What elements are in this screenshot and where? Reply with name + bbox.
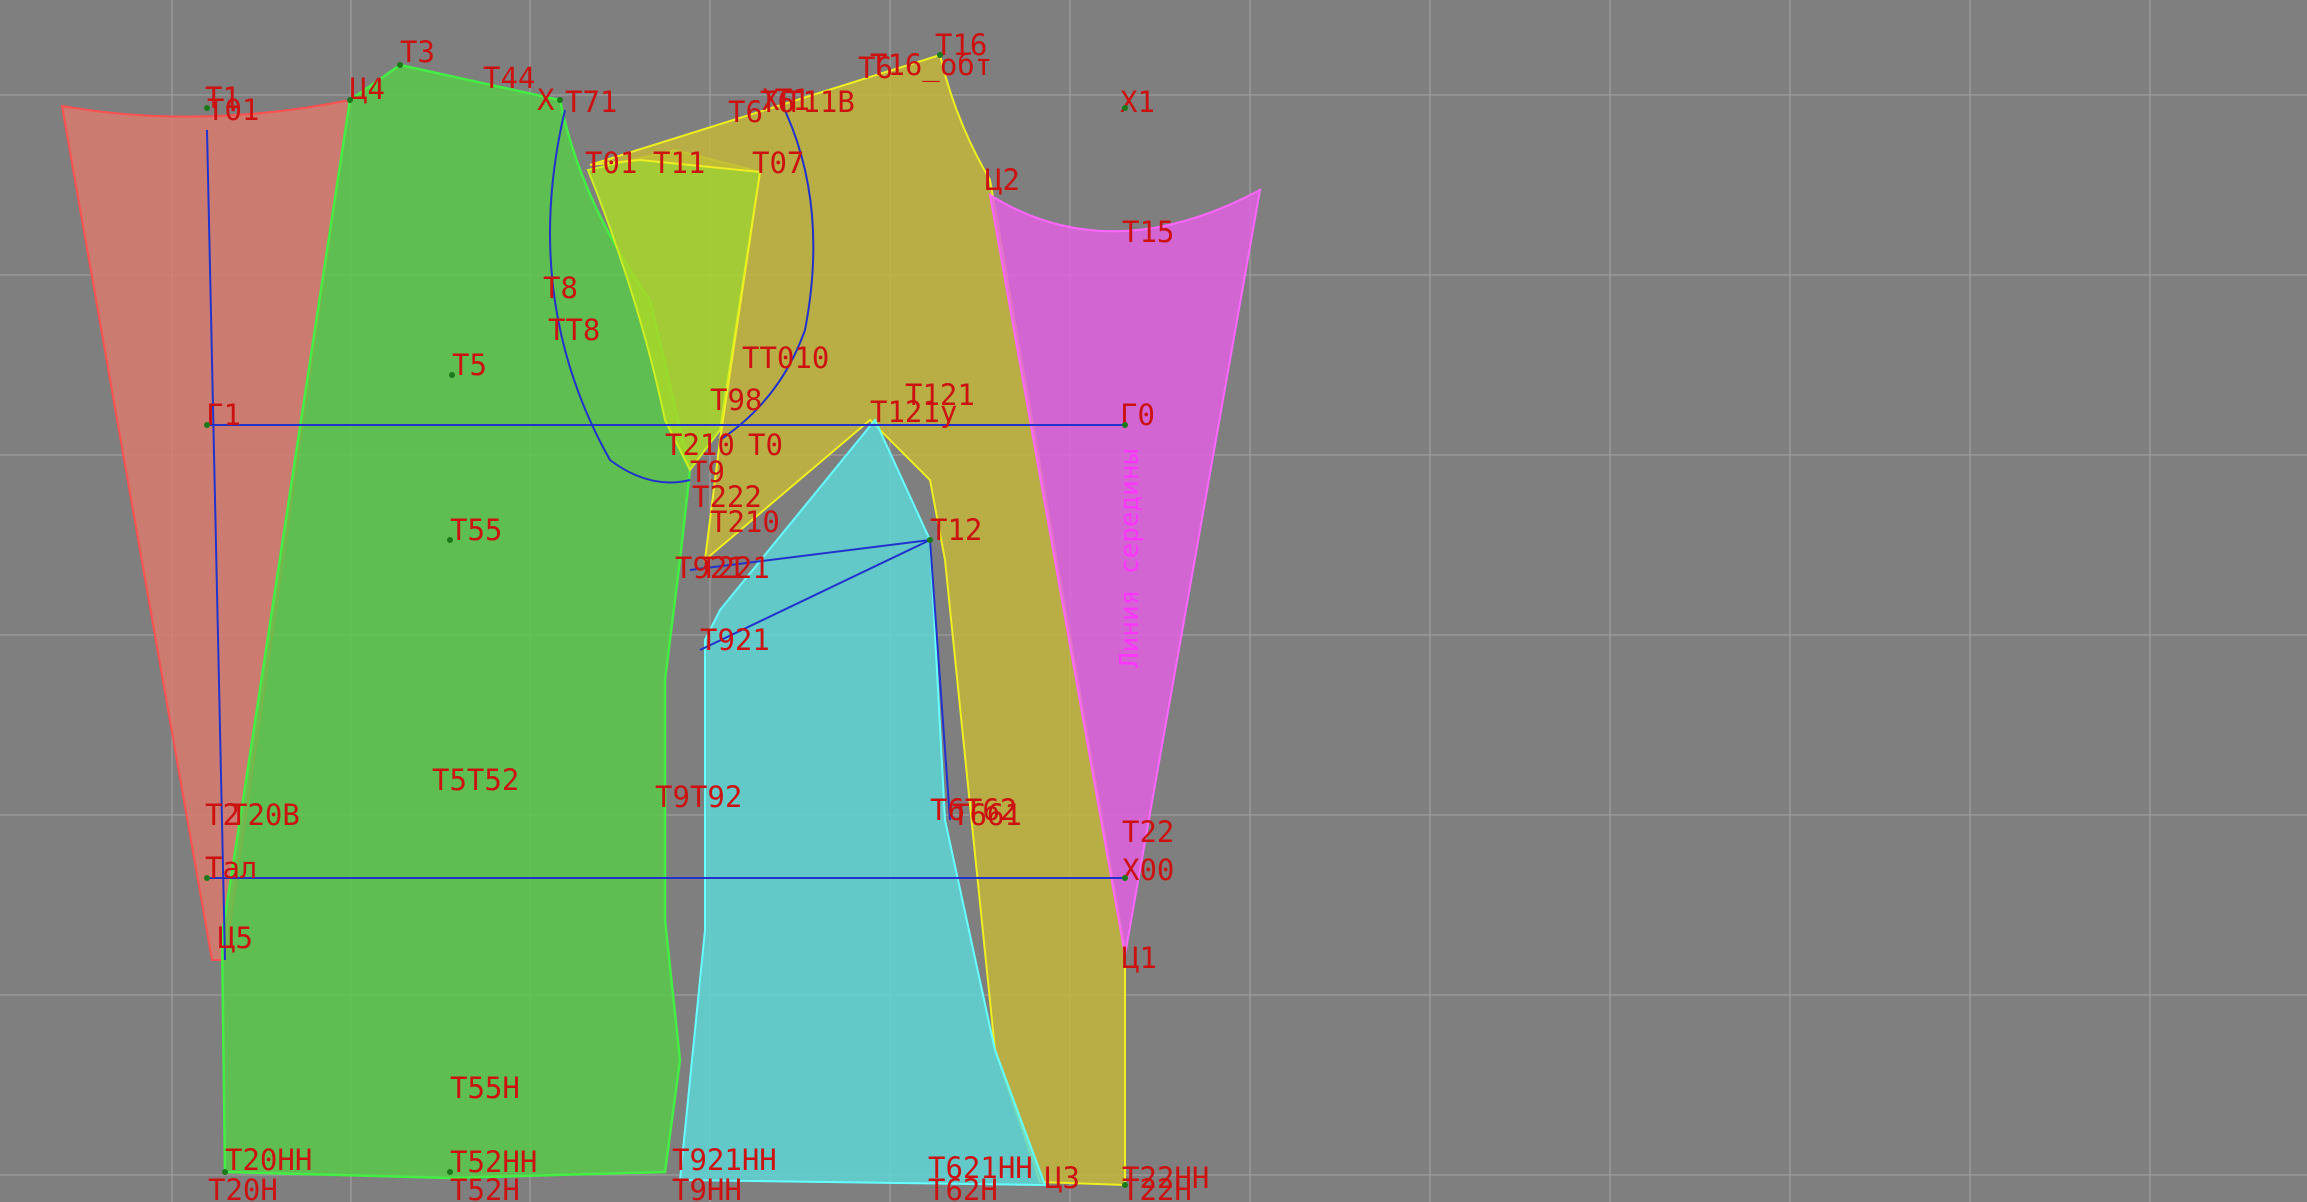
point-label: Ц2 — [985, 163, 1020, 197]
point-label: Ц3 — [1045, 1161, 1080, 1195]
point-label: Ц1 — [1122, 941, 1157, 975]
point-label: Т221 — [700, 551, 770, 585]
point-label: Т01 — [207, 93, 259, 127]
point-label: Х1 — [1120, 85, 1155, 119]
point-label: Т20Н — [208, 1173, 278, 1202]
point-label: Т11В — [785, 85, 855, 119]
point-label: Т12 — [930, 513, 982, 547]
point-label: Г1 — [206, 398, 241, 432]
point-label: Т11 — [653, 146, 705, 180]
point-label: Т01 — [585, 146, 637, 180]
point-label: Т121у — [870, 395, 957, 429]
point-label: Т3 — [400, 35, 435, 69]
point-label: Т22 — [1122, 815, 1174, 849]
point-label: Т20НН — [225, 1143, 312, 1177]
point-label: Т55Н — [450, 1071, 520, 1105]
point-label: Т98 — [710, 383, 762, 417]
point-label: Т5 — [452, 348, 487, 382]
point-label: Т9Т92 — [655, 780, 742, 814]
point-label: Т921 — [700, 623, 770, 657]
vertical-sleeve-label: Линия середины — [1115, 449, 1145, 668]
point-label: ТТ8 — [548, 313, 600, 347]
point-label: Т8 — [543, 271, 578, 305]
point-label: Т71 — [565, 85, 617, 119]
pattern-canvas[interactable]: Т3 Т44 Х Т71 Т16 Т16_обт Т6 Т6 Х1 Т1 Т01… — [0, 0, 2307, 1202]
point-label: Т44 — [483, 61, 535, 95]
point-label: Тал — [205, 851, 257, 885]
point-label: Т22Н — [1122, 1173, 1192, 1202]
point-label: Х — [762, 83, 780, 117]
point-label: Ц5 — [218, 921, 253, 955]
point-label: Т52Н — [450, 1173, 520, 1202]
point-label: Т20В — [230, 798, 300, 832]
point-label: Т661 — [952, 798, 1022, 832]
point-label: Т6 — [728, 95, 763, 129]
point-label: Ц4 — [350, 72, 385, 106]
point-label: Т0 — [748, 428, 783, 462]
point-label: Т55 — [450, 513, 502, 547]
point-label: Т15 — [1122, 215, 1174, 249]
point-label: Т6 — [858, 51, 893, 85]
point-label: Т9НН — [672, 1173, 742, 1202]
point-label: Т62Н — [928, 1173, 998, 1202]
point-label: ТТ010 — [742, 341, 829, 375]
point-label: Т210 — [710, 505, 780, 539]
point-label: Х — [537, 83, 555, 117]
point-label: Т921НН — [672, 1143, 777, 1177]
point-label: Х00 — [1122, 853, 1174, 887]
point-label: Т07 — [752, 146, 804, 180]
point-label: Т5Т52 — [432, 763, 519, 797]
